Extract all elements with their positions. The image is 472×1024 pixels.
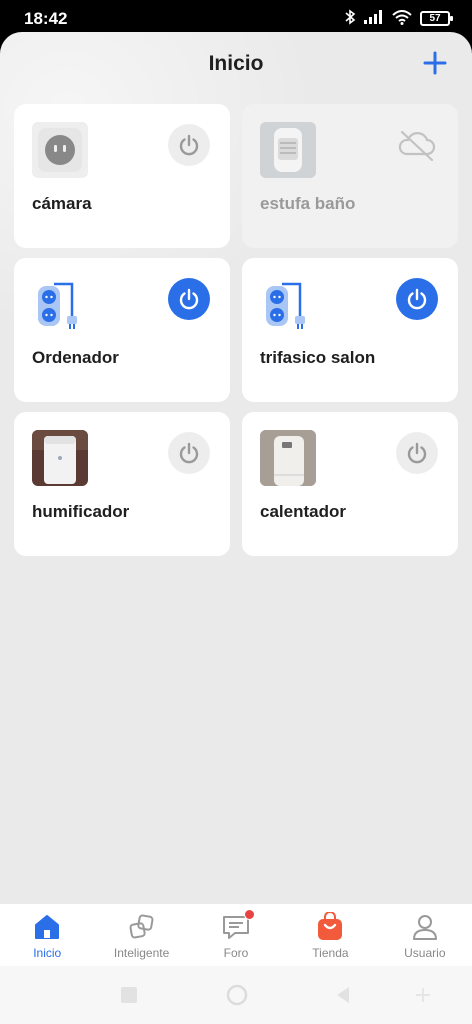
status-icons: 57 <box>344 9 453 28</box>
notification-badge <box>244 909 256 920</box>
signal-icon <box>364 10 384 27</box>
system-nav-bar <box>0 966 472 1024</box>
power-icon <box>407 442 427 464</box>
tab-label: Usuario <box>404 946 446 960</box>
power-strip-icon <box>32 276 88 332</box>
socket-icon <box>32 122 88 178</box>
battery-indicator: 57 <box>420 11 453 26</box>
device-card-estufa-bano[interactable]: estufa baño <box>242 104 458 248</box>
recent-apps-button[interactable] <box>120 986 138 1004</box>
page-title: Inicio <box>208 52 264 75</box>
assist-button[interactable] <box>414 986 432 1004</box>
add-device-button[interactable] <box>420 48 450 78</box>
smart-scenes-icon <box>127 912 157 942</box>
tab-tienda[interactable]: Tienda <box>283 904 377 966</box>
shopping-bag-icon <box>315 911 345 942</box>
tab-inicio[interactable]: Inicio <box>0 904 94 966</box>
status-time: 18:42 <box>24 9 68 28</box>
tab-label: Foro <box>223 946 249 960</box>
water-heater-photo <box>260 430 316 486</box>
app-screen: Inicio cámara estufa baño Ordenador trif… <box>0 32 472 966</box>
humidifier-photo <box>32 430 88 486</box>
bottom-tab-bar: Inicio Inteligente Foro Tienda Usuario <box>0 904 472 966</box>
home-button[interactable] <box>226 984 248 1006</box>
bluetooth-icon <box>344 9 356 28</box>
tab-inteligente[interactable]: Inteligente <box>94 904 188 966</box>
tab-label: Tienda <box>312 946 349 960</box>
device-name: humificador <box>32 502 130 521</box>
power-toggle-button[interactable] <box>168 432 210 474</box>
power-toggle-button[interactable] <box>396 432 438 474</box>
power-icon <box>179 442 199 464</box>
plus-icon <box>423 51 447 75</box>
forum-icon <box>221 909 256 942</box>
tab-usuario[interactable]: Usuario <box>378 904 472 966</box>
heater-photo <box>260 122 316 178</box>
top-header: Inicio <box>0 32 472 96</box>
power-icon <box>407 288 427 310</box>
user-icon <box>410 912 440 942</box>
device-card-ordenador[interactable]: Ordenador <box>14 258 230 402</box>
power-toggle-button[interactable] <box>396 278 438 320</box>
cloud-offline-icon <box>396 128 438 162</box>
tab-label: Inicio <box>33 946 62 960</box>
tab-foro[interactable]: Foro <box>189 904 283 966</box>
tab-label: Inteligente <box>113 946 170 960</box>
wifi-icon <box>392 9 412 28</box>
device-name: trifasico salon <box>260 348 376 367</box>
device-name: estufa baño <box>260 194 356 213</box>
device-name: calentador <box>260 502 346 521</box>
power-icon <box>179 134 199 156</box>
home-icon <box>32 912 62 942</box>
back-button[interactable] <box>334 986 352 1004</box>
device-name: cámara <box>32 194 92 213</box>
device-card-humificador[interactable]: humificador <box>14 412 230 556</box>
power-toggle-button[interactable] <box>168 124 210 166</box>
device-card-camara[interactable]: cámara <box>14 104 230 248</box>
power-toggle-button[interactable] <box>168 278 210 320</box>
device-card-calentador[interactable]: calentador <box>242 412 458 556</box>
device-name: Ordenador <box>32 348 119 367</box>
power-icon <box>179 288 199 310</box>
power-strip-icon <box>260 276 316 332</box>
device-card-trifasico-salon[interactable]: trifasico salon <box>242 258 458 402</box>
